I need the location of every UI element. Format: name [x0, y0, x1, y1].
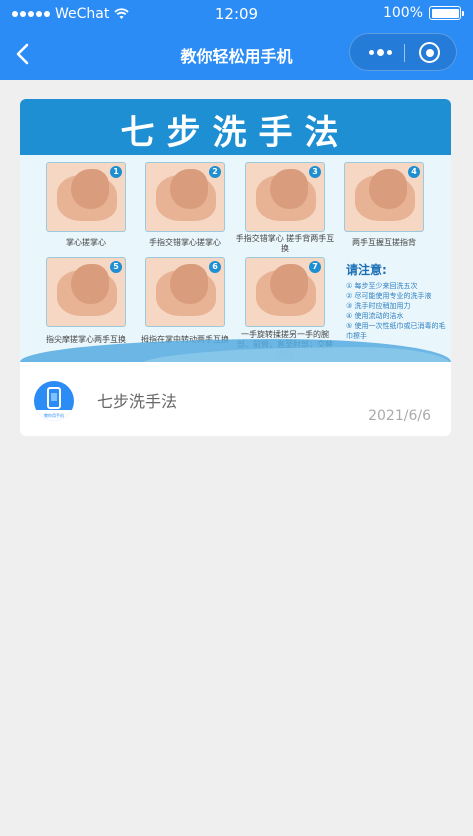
- note-item: ③ 洗手时应稍加用力: [346, 302, 411, 310]
- step-2-illustration: 2: [145, 162, 225, 232]
- step-1-caption: 掌心搓掌心: [66, 238, 106, 247]
- poster-header: 七步洗手法: [20, 99, 451, 155]
- note-item: ② 尽可能使用专业的洗手液: [346, 292, 432, 300]
- step-1-illustration: 1: [46, 162, 126, 232]
- step-4-illustration: 4: [344, 162, 424, 232]
- step-6-illustration: 6: [145, 257, 225, 327]
- article-date: 2021/6/6: [368, 408, 431, 424]
- more-dots-icon[interactable]: [364, 44, 396, 60]
- poster-notes: 请注意: ① 每步至少来回洗五次 ② 尽可能使用专业的洗手液 ③ 洗手时应稍加用…: [346, 261, 446, 341]
- status-bar: WeChat 12:09 100%: [0, 0, 473, 29]
- note-item: ④ 使用流动的洁水: [346, 312, 404, 320]
- step-7-illustration: 7: [245, 257, 325, 327]
- battery-icon: [429, 6, 464, 20]
- article-card[interactable]: 七步洗手法 1 掌心搓掌心 2 手指交错掌心搓掌心 3 手指交错掌心 搓手背两手…: [20, 99, 451, 436]
- nav-bar: 教你轻松用手机: [0, 29, 473, 80]
- step-5-illustration: 5: [46, 257, 126, 327]
- step-2-caption: 手指交错掌心搓掌心: [149, 238, 221, 247]
- phone-icon: [47, 387, 61, 409]
- handwash-poster-image[interactable]: 七步洗手法 1 掌心搓掌心 2 手指交错掌心搓掌心 3 手指交错掌心 搓手背两手…: [20, 99, 451, 362]
- close-target-icon[interactable]: [419, 42, 440, 63]
- step-3-illustration: 3: [245, 162, 325, 232]
- source-app-icon: 教你用手机: [34, 381, 74, 421]
- note-item: ① 每步至少来回洗五次: [346, 282, 418, 290]
- mini-program-capsule: [349, 33, 457, 71]
- notes-title: 请注意:: [346, 263, 387, 277]
- capsule-divider: [404, 44, 405, 62]
- note-item: ⑤ 使用一次性纸巾或已消毒的毛巾擦手: [346, 322, 446, 340]
- step-3-caption: 手指交错掌心 搓手背两手互换: [235, 234, 335, 253]
- poster-title: 七步洗手法: [120, 113, 351, 153]
- step-4-caption: 两手互握互搓指背: [352, 238, 416, 247]
- battery-percent: 100%: [382, 5, 423, 21]
- article-title[interactable]: 七步洗手法: [97, 388, 177, 412]
- battery-group: 100%: [382, 5, 464, 21]
- source-icon-label: 教你用手机: [44, 413, 64, 418]
